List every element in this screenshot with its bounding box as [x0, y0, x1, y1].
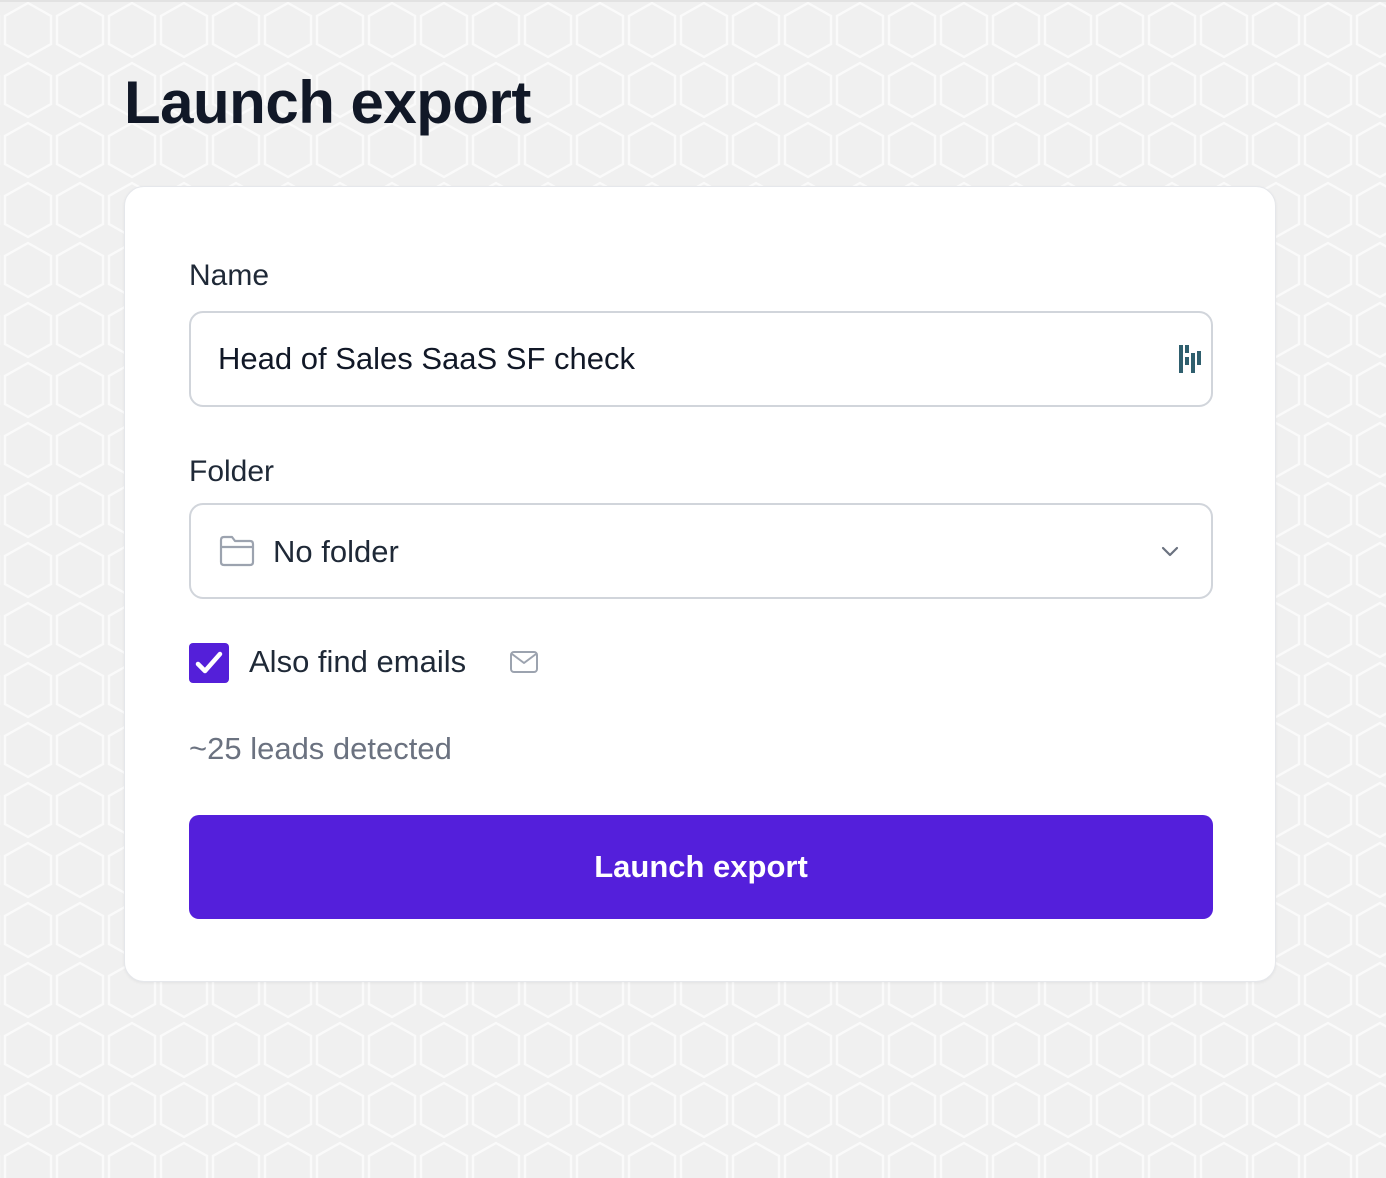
leads-detected-text: ~25 leads detected	[189, 731, 452, 766]
folder-label: Folder	[189, 455, 275, 488]
export-card: Name Head of Sales SaaS SF check Folder …	[124, 186, 1276, 982]
folder-select-value: No folder	[273, 534, 399, 569]
launch-export-button[interactable]: Launch export	[189, 815, 1213, 919]
chevron-down-icon[interactable]	[1161, 545, 1179, 557]
top-divider	[0, 0, 1386, 2]
mail-icon	[509, 650, 539, 674]
folder-select[interactable]: No folder	[189, 503, 1213, 599]
page-title: Launch export	[124, 69, 531, 136]
checkmark-icon	[195, 651, 223, 674]
folder-icon	[219, 535, 255, 567]
password-manager-icon[interactable]	[1179, 343, 1201, 375]
name-input-value[interactable]: Head of Sales SaaS SF check	[218, 343, 635, 374]
name-input[interactable]: Head of Sales SaaS SF check	[189, 311, 1213, 407]
name-label: Name	[189, 259, 270, 292]
find-emails-label[interactable]: Also find emails	[249, 646, 466, 677]
find-emails-option[interactable]: Also find emails	[189, 643, 689, 683]
find-emails-checkbox[interactable]	[189, 643, 229, 683]
